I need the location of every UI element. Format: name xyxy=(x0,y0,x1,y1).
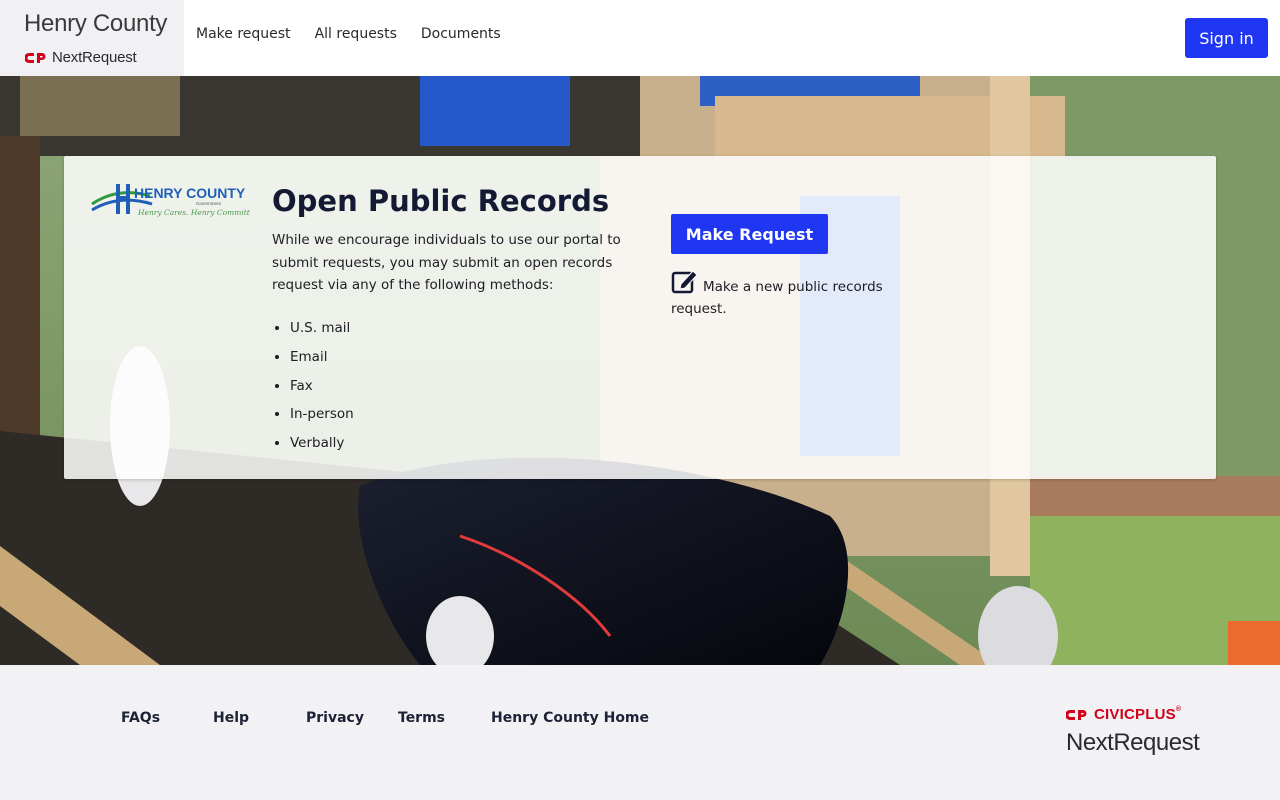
edit-icon xyxy=(671,270,698,294)
submission-methods-list: U.S. mail Email Fax In-person Verbally xyxy=(290,314,354,458)
footer-link-county-home[interactable]: Henry County Home xyxy=(491,710,649,726)
intro-text: While we encourage individuals to use ou… xyxy=(272,232,621,293)
brand-title[interactable]: Henry County xyxy=(24,10,167,38)
brand-product: NextRequest xyxy=(25,49,137,66)
footer-link-terms[interactable]: Terms xyxy=(398,710,445,726)
list-item: Email xyxy=(290,343,354,372)
civicplus-logo-icon xyxy=(25,52,46,63)
logo-tagline: Henry Cares. Henry Committed. xyxy=(137,208,250,217)
civicplus-brand: CIVICPLUS® xyxy=(1066,706,1181,723)
nextrequest-brand: NextRequest xyxy=(1066,729,1200,756)
brand-product-text: NextRequest xyxy=(52,49,137,66)
footer: FAQs Help Privacy Terms Henry County Hom… xyxy=(0,665,1280,800)
list-item: Fax xyxy=(290,372,354,401)
list-item: Verbally xyxy=(290,429,354,458)
make-request-button[interactable]: Make Request xyxy=(671,214,828,254)
top-navbar: Henry County NextRequest Make request Al… xyxy=(0,0,1280,76)
civicplus-name: CIVICPLUS xyxy=(1094,706,1176,723)
nav-documents[interactable]: Documents xyxy=(421,26,501,42)
main-nav: Make request All requests Documents xyxy=(196,26,501,42)
brand-block[interactable]: Henry County NextRequest xyxy=(0,0,184,76)
logo-text: HENRY COUNTY xyxy=(134,185,246,201)
records-info-panel: HENRY COUNTY Government Henry Cares. Hen… xyxy=(64,156,1216,479)
page-title: Open Public Records xyxy=(272,184,610,218)
henry-county-logo: HENRY COUNTY Government Henry Cares. Hen… xyxy=(91,184,250,217)
civicplus-trademark: ® xyxy=(1175,706,1182,713)
nav-all-requests[interactable]: All requests xyxy=(315,26,397,42)
civicplus-logo-icon xyxy=(1066,709,1087,720)
footer-link-privacy[interactable]: Privacy xyxy=(306,710,364,726)
list-item: In-person xyxy=(290,400,354,429)
footer-link-faqs[interactable]: FAQs xyxy=(121,710,160,726)
make-request-description: Make a new public records request. xyxy=(671,268,911,320)
sign-in-button[interactable]: Sign in xyxy=(1185,18,1268,58)
logo-sub: Government xyxy=(196,201,222,206)
nav-make-request[interactable]: Make request xyxy=(196,26,291,42)
list-item: U.S. mail xyxy=(290,314,354,343)
footer-link-help[interactable]: Help xyxy=(213,710,249,726)
civicplus-text: CIVICPLUS® xyxy=(1094,706,1181,723)
make-request-description-text: Make a new public records request. xyxy=(671,279,883,317)
hero-banner: HENRY COUNTY Government Henry Cares. Hen… xyxy=(0,76,1280,665)
